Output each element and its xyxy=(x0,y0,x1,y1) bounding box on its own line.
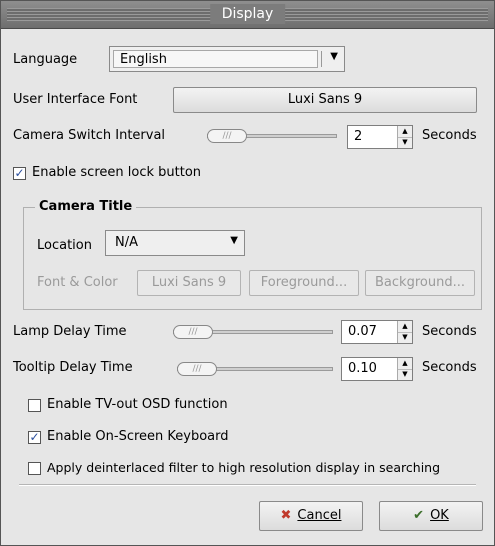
language-value: English xyxy=(113,50,318,68)
chevron-down-icon: ▼ xyxy=(330,51,338,62)
deinterlace-checkbox[interactable] xyxy=(28,462,41,475)
screen-lock-checkbox[interactable]: ✓ xyxy=(13,167,26,180)
tooltip-delay-unit: Seconds xyxy=(422,360,477,375)
onscreen-keyboard-checkbox[interactable]: ✓ xyxy=(28,431,41,444)
checkmark-hand-icon: ✔ xyxy=(413,508,425,523)
spin-buttons: ▲ ▼ xyxy=(397,126,412,148)
location-select[interactable]: N/A ▼ xyxy=(105,230,245,256)
lamp-delay-value: 0.07 xyxy=(348,324,377,339)
camera-switch-unit: Seconds xyxy=(422,128,477,143)
ui-font-button[interactable]: Luxi Sans 9 xyxy=(173,87,477,113)
onscreen-keyboard-label[interactable]: Enable On-Screen Keyboard xyxy=(47,428,229,446)
ok-button[interactable]: ✔ OK xyxy=(379,501,483,531)
ok-label: OK xyxy=(430,508,449,523)
lamp-delay-unit: Seconds xyxy=(422,324,477,339)
tv-out-label[interactable]: Enable TV-out OSD function xyxy=(47,396,228,414)
spin-down-icon[interactable]: ▼ xyxy=(398,332,412,343)
tooltip-delay-spinbox[interactable]: 0.10 ▲ ▼ xyxy=(341,357,413,381)
combo-separator xyxy=(321,51,322,67)
spin-buttons: ▲ ▼ xyxy=(397,321,412,343)
chevron-down-icon: ▼ xyxy=(230,235,238,246)
checkmark-icon: ✓ xyxy=(14,166,25,180)
font-color-label: Font & Color xyxy=(37,275,118,290)
tooltip-delay-value: 0.10 xyxy=(348,361,377,376)
camera-title-legend: Camera Title xyxy=(35,198,137,216)
spin-down-icon[interactable]: ▼ xyxy=(398,369,412,380)
background-button[interactable]: Background... xyxy=(365,270,475,296)
divider xyxy=(19,484,476,486)
language-label: Language xyxy=(13,52,78,67)
checkmark-icon: ✓ xyxy=(29,430,40,444)
title-bar[interactable]: Display xyxy=(1,1,494,29)
window-title: Display xyxy=(209,4,286,24)
cancel-label: Cancel xyxy=(297,508,342,523)
cancel-button[interactable]: ✖ Cancel xyxy=(259,501,363,531)
tooltip-delay-slider-thumb[interactable]: /// xyxy=(177,362,217,376)
camera-switch-label: Camera Switch Interval xyxy=(13,128,166,143)
camera-switch-value: 2 xyxy=(354,129,363,144)
tooltip-delay-label: Tooltip Delay Time xyxy=(13,360,133,375)
location-label: Location xyxy=(37,238,92,253)
camera-switch-slider-thumb[interactable]: /// xyxy=(207,129,247,143)
foreground-button[interactable]: Foreground... xyxy=(249,270,359,296)
deinterlace-label[interactable]: Apply deinterlaced filter to high resolu… xyxy=(47,459,440,477)
spin-down-icon[interactable]: ▼ xyxy=(398,137,412,148)
screen-lock-label[interactable]: Enable screen lock button xyxy=(32,164,201,182)
display-dialog: Display Language English ▼ User Interfac… xyxy=(0,0,495,546)
lamp-delay-label: Lamp Delay Time xyxy=(13,324,127,339)
ui-font-label: User Interface Font xyxy=(13,92,138,107)
x-icon: ✖ xyxy=(280,508,292,523)
camera-switch-spinbox[interactable]: 2 ▲ ▼ xyxy=(347,125,413,149)
location-value: N/A xyxy=(115,235,138,250)
spin-buttons: ▲ ▼ xyxy=(397,358,412,380)
tv-out-checkbox[interactable] xyxy=(28,399,41,412)
lamp-delay-slider-thumb[interactable]: /// xyxy=(173,325,213,339)
camera-font-button[interactable]: Luxi Sans 9 xyxy=(137,270,241,296)
language-select[interactable]: English ▼ xyxy=(109,46,345,72)
lamp-delay-spinbox[interactable]: 0.07 ▲ ▼ xyxy=(341,320,413,344)
